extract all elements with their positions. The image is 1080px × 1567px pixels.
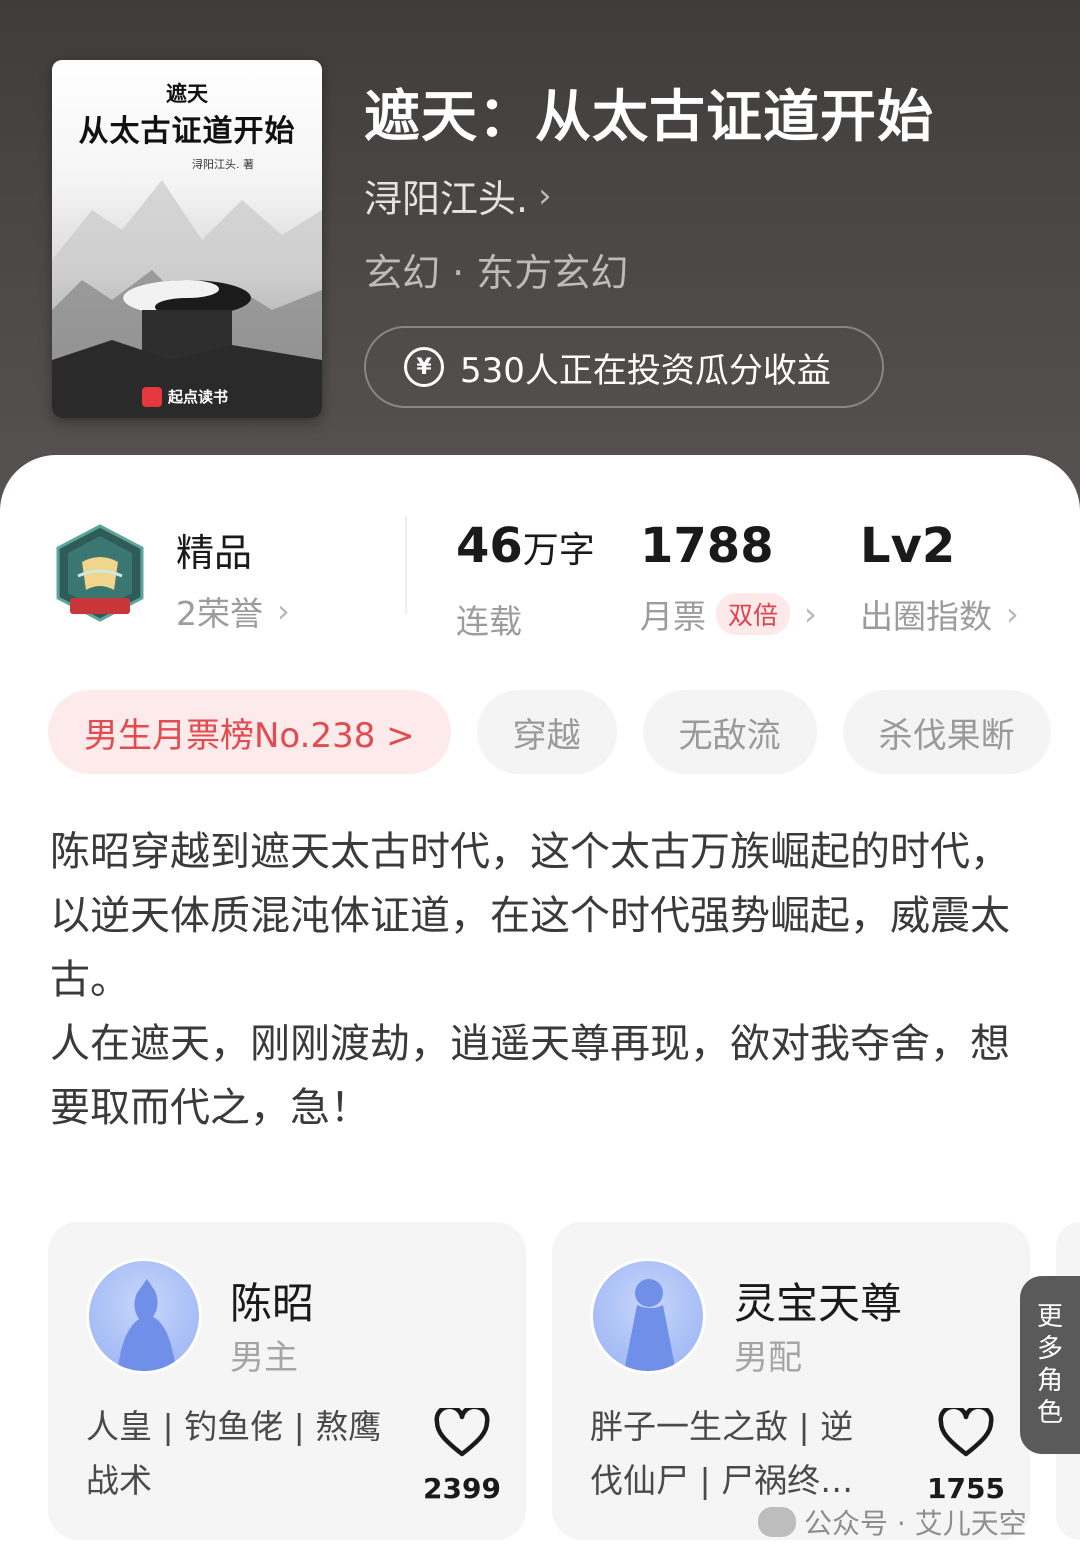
- yuan-coin-icon: ¥: [404, 347, 444, 387]
- cover-brand-label: 起点读书: [168, 388, 229, 406]
- level-label: 出圈指数: [860, 597, 992, 636]
- word-count-value: 46: [456, 518, 523, 574]
- invest-button[interactable]: ¥ 530人正在投资瓜分收益: [364, 326, 884, 408]
- character-silhouette-icon: [117, 1279, 177, 1371]
- book-title: 遮天：从太古证道开始: [364, 84, 934, 150]
- quality-name: 精品: [176, 531, 253, 575]
- monthly-ticket-stat[interactable]: 1788 月票 双倍 ›: [640, 518, 817, 638]
- like-count: 2399: [423, 1472, 501, 1505]
- description-paragraph: 陈昭穿越到遮天太古时代，这个太古万族崛起的时代，以逆天体质混沌体证道，在这个时代…: [50, 829, 1010, 1003]
- character-silhouette-icon: [624, 1279, 676, 1371]
- serial-status: 连载: [456, 602, 522, 641]
- watermark: 公众号 · 艾儿天空: [758, 1502, 1027, 1542]
- honors-count: 2荣誉: [176, 594, 263, 633]
- description-paragraph: 人在遮天，刚刚渡劫，逍遥天尊再现，欲对我夺舍，想要取而代之，急！: [50, 1021, 1010, 1131]
- cover-small-title: 遮天: [166, 81, 208, 106]
- author-link[interactable]: 浔阳江头. ›: [364, 168, 552, 223]
- character-avatar: [590, 1258, 706, 1374]
- heart-icon: [434, 1404, 490, 1457]
- cover-main-title: 从太古证道开始: [78, 114, 296, 149]
- monthly-ticket-label: 月票: [640, 597, 706, 636]
- chevron-right-icon: ›: [1006, 595, 1019, 633]
- more-roles-label: 更多角色: [1036, 1302, 1063, 1428]
- heart-icon: [938, 1404, 994, 1457]
- qidian-logo-icon: [142, 386, 162, 407]
- word-count-stat: 46万字 连载: [456, 518, 595, 643]
- like-button[interactable]: 2399: [422, 1404, 502, 1505]
- book-description[interactable]: 陈昭穿越到遮天太古时代，这个太古万族崛起的时代，以逆天体质混沌体证道，在这个时代…: [50, 820, 1010, 1140]
- character-traits: 人皇 | 钓鱼佬 | 熬鹰战术: [86, 1407, 382, 1500]
- character-name: 灵宝天尊: [734, 1279, 903, 1328]
- rank-tag[interactable]: 男生月票榜No.238 >: [48, 690, 451, 774]
- genre-label: 玄幻 · 东方玄幻: [364, 251, 629, 295]
- tag-chip[interactable]: 穿越: [476, 690, 617, 774]
- character-role: 男主: [230, 1338, 298, 1378]
- level-stat[interactable]: Lv2 出圈指数 ›: [860, 518, 1019, 638]
- monthly-ticket-value: 1788: [640, 518, 774, 574]
- tag-chip[interactable]: 无敌流: [642, 690, 817, 774]
- character-name: 陈昭: [230, 1279, 315, 1328]
- character-role: 男配: [734, 1338, 802, 1378]
- character-avatar: [86, 1258, 202, 1374]
- character-traits: 胖子一生之敌 | 逆伐仙尸 | 尸祸终…: [590, 1407, 854, 1500]
- chevron-right-icon: ›: [804, 595, 817, 633]
- like-button[interactable]: 1755: [926, 1404, 1006, 1505]
- quality-badge-icon[interactable]: [52, 522, 148, 628]
- more-roles-button[interactable]: 更多角色: [1020, 1276, 1080, 1454]
- author-name: 浔阳江头.: [364, 177, 529, 221]
- book-cover[interactable]: 遮天 从太古证道开始 浔阳江头. 著 起点读书: [52, 60, 322, 418]
- character-card[interactable]: 灵宝天尊 男配 胖子一生之敌 | 逆伐仙尸 | 尸祸终… 1755: [552, 1222, 1030, 1540]
- wechat-icon: [758, 1507, 796, 1537]
- cover-author: 浔阳江头. 著: [192, 158, 254, 171]
- chevron-right-icon: ›: [277, 592, 290, 630]
- stats-divider: [405, 516, 407, 614]
- tag-chip[interactable]: 杀伐果断: [842, 690, 1051, 774]
- invest-label: 530人正在投资瓜分收益: [460, 350, 831, 391]
- like-count: 1755: [927, 1472, 1005, 1505]
- tag-row: 男生月票榜No.238 > 穿越 无敌流 杀伐果断: [48, 690, 1051, 774]
- cover-brand: 起点读书: [142, 386, 228, 407]
- level-value: Lv2: [860, 518, 956, 574]
- quality-block[interactable]: 精品 2荣誉 ›: [176, 522, 290, 635]
- watermark-label: 公众号 · 艾儿天空: [804, 1507, 1027, 1540]
- chevron-right-icon: ›: [538, 175, 552, 216]
- word-count-unit: 万字: [522, 530, 595, 571]
- character-card[interactable]: 陈昭 男主 人皇 | 钓鱼佬 | 熬鹰战术 2399: [48, 1222, 526, 1540]
- double-badge: 双倍: [716, 593, 791, 635]
